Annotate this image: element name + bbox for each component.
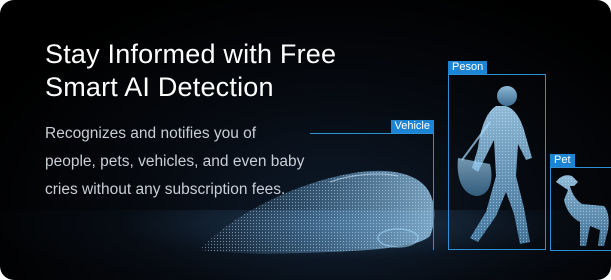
person-detection-label: Peson <box>448 61 488 74</box>
headline: Stay Informed with Free Smart AI Detecti… <box>45 38 405 104</box>
person-detection-box: Peson <box>448 61 546 250</box>
pet-detection-box: Pet <box>550 154 611 251</box>
headline-line-2: Smart AI Detection <box>45 72 274 102</box>
description-line-3: cries without any subscription fees. <box>45 181 286 198</box>
ai-detection-banner: Vehicle Peson Pet Stay Informed with Fre… <box>0 0 611 280</box>
headline-line-1: Stay Informed with Free <box>45 39 337 69</box>
pet-detection-label: Pet <box>550 154 575 167</box>
description-line-1: Recognizes and notifies you of <box>45 125 257 142</box>
description: Recognizes and notifies you of people, p… <box>45 120 345 204</box>
description-line-2: people, pets, vehicles, and even baby <box>45 153 305 170</box>
vehicle-detection-label: Vehicle <box>390 120 434 133</box>
